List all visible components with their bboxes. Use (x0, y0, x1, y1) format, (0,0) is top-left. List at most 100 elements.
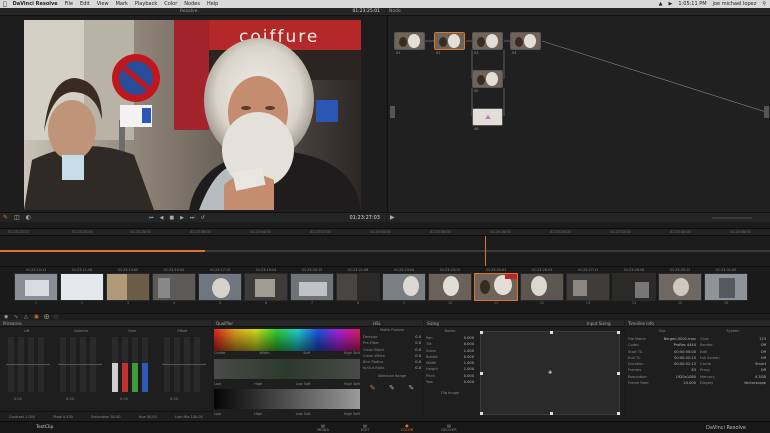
node-label: 03 (474, 51, 479, 55)
saturation-field[interactable]: Saturation 50.00 (91, 415, 120, 419)
clip-thumbnail[interactable]: 01:23:29:12 15 (658, 268, 702, 310)
picker-minus-icon[interactable]: ✎ (408, 384, 414, 392)
zoom-slider[interactable] (712, 217, 752, 219)
user-name[interactable]: joe michael lopez (713, 1, 757, 7)
pen-icon[interactable]: ✎ (3, 214, 8, 221)
matte-value[interactable]: 0.0 (415, 365, 421, 371)
clip-image (521, 274, 563, 300)
menu-file[interactable]: File (65, 1, 73, 7)
hue-bar[interactable] (214, 329, 360, 351)
contrast-field[interactable]: Contrast 1.000 (9, 415, 35, 419)
clip-number: 8 (356, 301, 360, 305)
wipe-icon[interactable]: ◐ (26, 214, 31, 221)
reverse-icon[interactable]: ◀ (159, 215, 163, 221)
picker-plus-icon[interactable]: ✎ (389, 384, 395, 392)
playhead[interactable] (485, 236, 486, 266)
node-04[interactable] (510, 32, 541, 50)
skip-start-icon[interactable]: ⏮ (149, 215, 154, 221)
lummix-field[interactable]: Lum Mix 100.00 (175, 415, 203, 419)
clip-image (61, 274, 103, 300)
clip-thumbnail[interactable]: 01:23:17:10 5 (198, 268, 242, 310)
clip-thumbnail[interactable]: 01:23:23:04 9 (382, 268, 426, 310)
tab-edit[interactable]: ▤ EDIT (352, 423, 378, 433)
gain-bars[interactable] (110, 337, 154, 392)
menu-color[interactable]: Color (164, 1, 177, 7)
node-tool-icon[interactable]: ▶ (390, 214, 395, 221)
center-crosshair-icon[interactable]: ✚ (548, 370, 552, 376)
skip-end-icon[interactable]: ⏭ (190, 215, 195, 221)
clip-thumbnail[interactable]: 01:23:27:11 13 (566, 268, 610, 310)
sat-label: High Soft (343, 382, 360, 386)
node-graph[interactable]: 01 02 03 04 05 06 (387, 16, 770, 222)
compare-icon[interactable]: ◫ (14, 214, 20, 221)
clip-thumbnail[interactable]: 01:23:28:06 14 (612, 268, 656, 310)
node-01[interactable] (394, 32, 425, 50)
picker-icon[interactable]: ✎ (370, 384, 376, 392)
clip-thumbnail[interactable]: 01:23:19:04 6 (244, 268, 288, 310)
gamma-bars[interactable] (58, 337, 102, 392)
sat-bar[interactable] (214, 359, 360, 379)
node-thumb (473, 109, 502, 125)
menu-view[interactable]: View (97, 1, 109, 7)
timeline-track[interactable] (0, 236, 770, 266)
node-02[interactable] (434, 32, 465, 50)
clock: 1:05:11 PM (678, 1, 707, 7)
clip-image (383, 274, 425, 300)
search-icon[interactable]: ⚲ (762, 1, 766, 7)
sizing-mode[interactable]: Input Sizing (587, 321, 611, 326)
brand-logo: DaVinci Resolve (706, 425, 746, 431)
clip-thumbnail[interactable]: 01:23:24:12 10 (428, 268, 472, 310)
loop-icon[interactable]: ↺ (200, 215, 204, 221)
viewer-timecode: 01:23:27:03 (349, 214, 380, 221)
node-label: 01 (396, 51, 401, 55)
hue-label: Soft (303, 351, 311, 355)
node-03[interactable] (472, 32, 503, 50)
sizing-value[interactable]: 0.000 (464, 379, 474, 385)
clip-thumbnail[interactable]: 01:23:13:00 3 (106, 268, 150, 310)
menu-nodes[interactable]: Nodes (184, 1, 200, 7)
clip-thumbnail[interactable]: 01:23:21:08 8 (336, 268, 380, 310)
offset-bars[interactable] (162, 337, 206, 392)
clip-thumbnail[interactable]: 01:23:10:11 1 (14, 268, 58, 310)
timeline-ruler[interactable]: 01:23:13:13 01:23:20:00 01:23:28:00 01:2… (0, 228, 770, 236)
node-05[interactable] (472, 70, 503, 88)
node-toolbar: ▶ (387, 212, 770, 222)
tab-media[interactable]: ▤ MEDIA (310, 423, 336, 433)
clip-image (107, 274, 149, 300)
lum-bar[interactable] (214, 389, 360, 409)
menu-app[interactable]: DaVinci Resolve (13, 1, 58, 7)
tab-deliver[interactable]: ▤ DELIVER (436, 423, 462, 433)
sizing-canvas[interactable]: ✚ (480, 331, 620, 415)
menu-playback[interactable]: Playback (135, 1, 157, 7)
pivot-field[interactable]: Pivot 0.435 (53, 415, 73, 419)
node-06[interactable] (472, 108, 503, 126)
clip-thumbnail[interactable]: 01:23:26:03 12 (520, 268, 564, 310)
clip-thumbnail[interactable]: 01:23:20:15 7 (290, 268, 334, 310)
menu-edit[interactable]: Edit (80, 1, 90, 7)
menu-mark[interactable]: Mark (116, 1, 128, 7)
node-label: 04 (512, 51, 517, 55)
sat-label: High (254, 382, 263, 386)
lum-label: Low (214, 412, 221, 416)
clip-number: 6 (264, 301, 268, 305)
hue-field[interactable]: Hue 50.00 (139, 415, 157, 419)
gain-value: 0.00 (120, 397, 128, 401)
clip-thumbnail-selected[interactable]: 01:23:25:01 11 (474, 268, 518, 310)
clip-image (705, 274, 747, 300)
video-frame[interactable]: coiffure (24, 20, 361, 210)
tab-color[interactable]: ● COLOR (394, 423, 420, 433)
clip-info-header: Clip (658, 329, 666, 333)
stop-icon[interactable]: ■ (169, 215, 174, 221)
hsl-mode[interactable]: HSL (373, 321, 381, 326)
clip-thumbnail[interactable]: 01:23:31:00 16 (704, 268, 748, 310)
ruler-tick: 01:24:16:00 (490, 230, 511, 234)
wifi-icon[interactable]: ▲ (659, 1, 663, 7)
lift-bars[interactable] (6, 337, 50, 392)
play-icon[interactable]: ▶ (180, 215, 184, 221)
apple-icon[interactable]:  (3, 1, 7, 8)
menu-help[interactable]: Help (207, 1, 218, 7)
volume-icon[interactable]: ▶ (669, 1, 673, 7)
node-thumb (473, 71, 502, 87)
clip-thumbnail[interactable]: 01:23:15:02 4 (152, 268, 196, 310)
clip-thumbnail[interactable]: 01:23:11:06 2 (60, 268, 104, 310)
